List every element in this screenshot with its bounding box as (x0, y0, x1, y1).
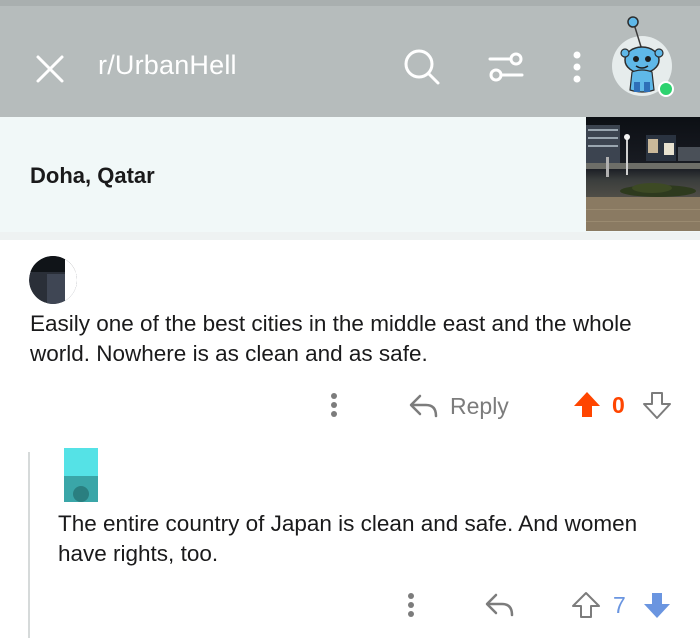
blurred-avatar-image (64, 448, 98, 502)
close-button[interactable] (32, 51, 68, 87)
close-icon (36, 55, 64, 83)
comment-more-button[interactable] (330, 391, 346, 419)
search-button[interactable] (400, 45, 444, 89)
comment-body: Easily one of the best cities in the mid… (30, 311, 632, 366)
sort-filter-button[interactable] (486, 47, 526, 87)
downvote-arrow-icon (643, 392, 671, 419)
filter-icon (488, 52, 524, 82)
section-divider (0, 232, 700, 240)
upvote-button[interactable] (571, 590, 601, 620)
more-vertical-icon (331, 393, 337, 417)
vote-score: 7 (613, 592, 626, 618)
post-thumbnail[interactable] (586, 117, 700, 231)
city-night-photo (586, 117, 700, 231)
subreddit-title: r/UrbanHell (98, 50, 237, 80)
commenter-avatar[interactable] (29, 256, 77, 304)
status-strip (0, 0, 700, 6)
reply-button[interactable] (484, 590, 518, 620)
more-vertical-icon (573, 51, 581, 83)
upvote-arrow-icon (574, 392, 600, 417)
downvote-button[interactable] (642, 390, 672, 420)
upvote-arrow-icon (572, 592, 600, 618)
post-title[interactable]: Doha, Qatar (30, 163, 155, 189)
comment-body: The entire country of Japan is clean and… (58, 511, 638, 566)
overflow-menu-button[interactable] (562, 47, 592, 87)
comment-more-button[interactable] (407, 591, 423, 619)
commenter-avatar[interactable] (64, 448, 98, 502)
upvote-button[interactable] (572, 390, 602, 420)
reply-arrow-icon (485, 593, 514, 617)
more-vertical-icon (408, 593, 414, 617)
reply-button[interactable]: Reply (408, 389, 509, 423)
reply-arrow-icon (409, 394, 438, 418)
downvote-arrow-icon (644, 593, 670, 618)
search-icon (404, 49, 440, 85)
reply-label: Reply (450, 392, 509, 419)
downvote-button[interactable] (642, 590, 672, 620)
thread-line[interactable] (28, 452, 30, 638)
vote-score: 0 (612, 392, 625, 418)
online-status-indicator (658, 81, 674, 97)
blurred-avatar-image (29, 256, 77, 304)
